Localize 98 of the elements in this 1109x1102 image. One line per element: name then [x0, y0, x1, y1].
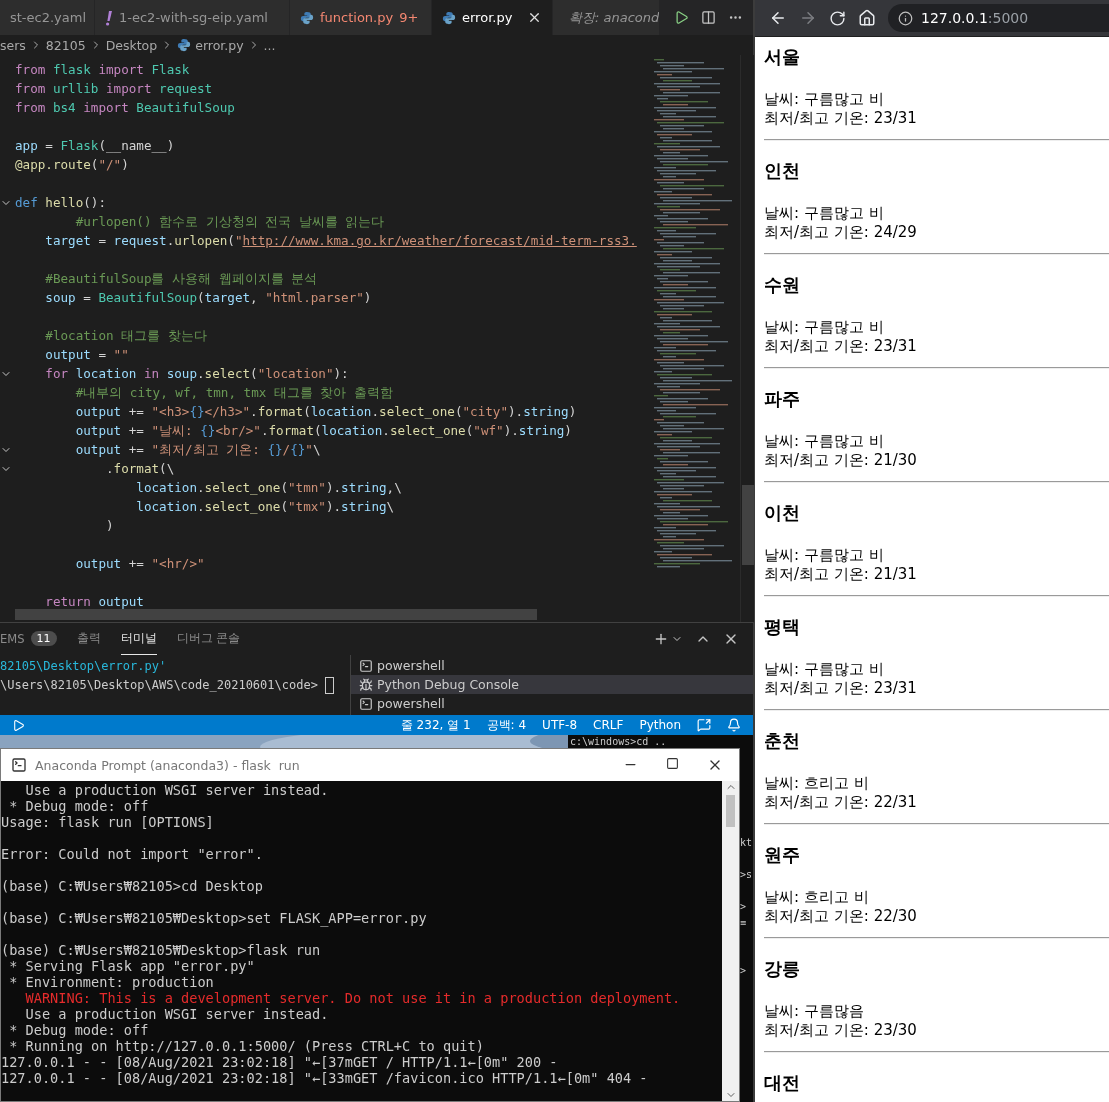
code-line: #BeautifulSoup를 사용해 웹페이지를 분석 [44, 270, 319, 288]
console-line: * Serving Flask app "error.py" [8, 958, 255, 974]
console-line: kt [740, 837, 753, 848]
console-line: Usage: flask run [OPTIONS] [1, 814, 214, 830]
address-bar[interactable]: 127.0.0.1:5000 [888, 4, 1109, 32]
weather-text: 날씨: 구름많고 비 [764, 204, 884, 223]
editor-tab[interactable]: error.py [432, 0, 553, 35]
weather-text: 날씨: 구름많고 비 [764, 432, 884, 451]
weather-text: 날씨: 구름많고 비 [764, 318, 884, 337]
code-line: from flask import Flask [15, 61, 191, 79]
weather-text: 날씨: 흐리고 비 [764, 774, 869, 793]
status-item[interactable]: 줄 232, 열 1 [400, 716, 471, 734]
code-line: .format(\ [105, 460, 176, 478]
weather-text: 날씨: 구름많고 비 [764, 90, 884, 109]
code-line: from urllib import request [15, 80, 214, 98]
weather-text: 날씨: 구름많고 비 [764, 660, 884, 679]
code-line: for location in soup.select("location"): [44, 365, 350, 383]
city-heading: 대전 [764, 1072, 800, 1094]
panel-tab[interactable]: EMS 11 [0, 623, 57, 655]
city-heading: 수원 [764, 274, 800, 296]
weather-text: 날씨: 구름많음 [764, 1002, 864, 1021]
temperature-text: 최저/최고 기온: 21/30 [764, 451, 917, 470]
code-line: location.select_one("tmx").string\ [135, 498, 396, 516]
city-heading: 이천 [764, 502, 800, 524]
city-heading: 춘천 [764, 730, 800, 752]
console-line: (base) C:₩Users₩82105>cd Desktop [1, 878, 263, 894]
console-line: > [740, 965, 747, 976]
temperature-text: 최저/최고 기온: 24/29 [764, 223, 917, 242]
city-heading: 인천 [764, 160, 800, 182]
console-line: 127.0.0.1 - - [08/Aug/2021 23:02:18] "←[33mGET /favicon.ico HTTP/1.1←[0m" 404 - [1, 1070, 648, 1086]
editor-tab[interactable]: 확장: anacond [553, 0, 660, 35]
temperature-text: 최저/최고 기온: 22/30 [764, 907, 917, 926]
city-heading: 원주 [764, 844, 800, 866]
breadcrumb-item[interactable]: sers [0, 37, 26, 53]
code-line: #urlopen() 함수로 기상청의 전국 날씨를 읽는다 [74, 213, 386, 231]
terminal-line: \Users\82105\Desktop\AWS\code_20210601\code> [0, 677, 318, 694]
console-line: * Debug mode: off [8, 1022, 149, 1038]
editor-tab[interactable]: 1-ec2-with-sg-eip.yaml [95, 0, 290, 35]
status-item[interactable]: Python [639, 718, 681, 732]
temperature-text: 최저/최고 기온: 21/31 [764, 565, 917, 584]
console-line: WARNING: This is a development server. Do not use it in a production deployment. [24, 990, 681, 1006]
panel-tab[interactable]: 디버그 콘솔 [176, 623, 241, 655]
breadcrumb-item[interactable]: error.py [195, 37, 244, 53]
code-line: from bs4 import BeautifulSoup [15, 99, 236, 117]
terminal-item[interactable]: powershell [351, 656, 753, 675]
code-line: return output [44, 593, 145, 611]
code-line: app = Flask(__name__) [15, 137, 176, 155]
count-badge: 11 [30, 631, 57, 646]
editor-tab[interactable]: st-ec2.yaml [0, 0, 95, 35]
status-item[interactable]: CRLF [593, 718, 624, 732]
code-line: output += "날씨: {}<br/>".format(location.select_one("wf").string) [74, 422, 573, 440]
code-line: location.select_one("tmn").string,\ [135, 479, 403, 497]
terminal-item[interactable]: Python Debug Console [351, 675, 753, 694]
breadcrumb-item[interactable]: ... [263, 37, 276, 53]
console-line: Error: Could not import "error". [1, 846, 263, 862]
temperature-text: 최저/최고 기온: 23/31 [764, 679, 917, 698]
code-line: output += "최저/최고 기온: {}/{}"\ [74, 441, 322, 459]
console-line: Use a production WSGI server instead. [24, 1006, 329, 1022]
temperature-text: 최저/최고 기온: 23/30 [764, 1021, 917, 1040]
temperature-text: 최저/최고 기온: 22/31 [764, 793, 917, 812]
editor-tab[interactable]: function.py 9+ [290, 0, 432, 35]
city-heading: 평택 [764, 616, 800, 638]
console-line: Use a production WSGI server instead. [24, 782, 329, 798]
status-item[interactable]: 공백: 4 [486, 716, 527, 734]
temperature-text: 최저/최고 기온: 23/31 [764, 337, 917, 356]
terminal-line: 82105\Desktop\error.py' [0, 658, 167, 675]
panel-tab[interactable]: 출력 [76, 623, 101, 655]
code-line: @app.route("/") [15, 156, 130, 174]
code-line: output = "" [44, 346, 130, 364]
console-line: (base) C:₩Users₩82105₩Desktop>flask run [1, 942, 321, 958]
code-line: def hello(): [15, 194, 107, 212]
city-heading: 서울 [764, 46, 800, 68]
console-line: >s [740, 869, 753, 880]
temperature-text: 최저/최고 기온: 23/31 [764, 109, 917, 128]
code-line: #location 태그를 찾는다 [44, 327, 208, 345]
terminal-item[interactable]: powershell [351, 694, 753, 713]
code-line: target = request.urlopen("http://www.kma.go.kr/weather/forecast/mid-term-rss3. [44, 232, 638, 250]
console-line: 127.0.0.1 - - [08/Aug/2021 23:02:18] "←[37mGET / HTTP/1.1←[0m" 200 - [1, 1054, 558, 1070]
code-line: soup = BeautifulSoup(target, "html.parser") [44, 289, 373, 307]
city-heading: 강릉 [764, 958, 800, 980]
console-line: ≡ [740, 917, 747, 928]
weather-text: 날씨: 구름많고 비 [764, 546, 884, 565]
console-line: * Running on http://127.0.0.1:5000/ (Press CTRL+C to quit) [8, 1038, 484, 1054]
panel-tab[interactable]: 터미널 [120, 623, 157, 655]
breadcrumb-item[interactable]: Desktop [105, 37, 158, 53]
window-title: Anaconda Prompt (anaconda3) - flask run [35, 757, 300, 773]
console-line: * Environment: production [8, 974, 214, 990]
breadcrumb-item[interactable]: 82105 [45, 37, 86, 53]
code-line: ) [105, 517, 115, 535]
console-line: > [740, 901, 747, 912]
code-line: #내부의 city, wf, tmn, tmx 태그를 찾아 출력함 [74, 384, 395, 402]
code-line: output += "<hr/>" [74, 555, 206, 573]
weather-text: 날씨: 흐리고 비 [764, 888, 869, 907]
status-item[interactable]: UTF-8 [542, 718, 578, 732]
console-line: (base) C:₩Users₩82105₩Desktop>set FLASK_APP=error.py [1, 910, 427, 926]
city-heading: 파주 [764, 388, 800, 410]
code-line: output += "<h3>{}</h3>".format(location.select_one("city").string) [74, 403, 578, 421]
console-line: * Debug mode: off [8, 798, 149, 814]
